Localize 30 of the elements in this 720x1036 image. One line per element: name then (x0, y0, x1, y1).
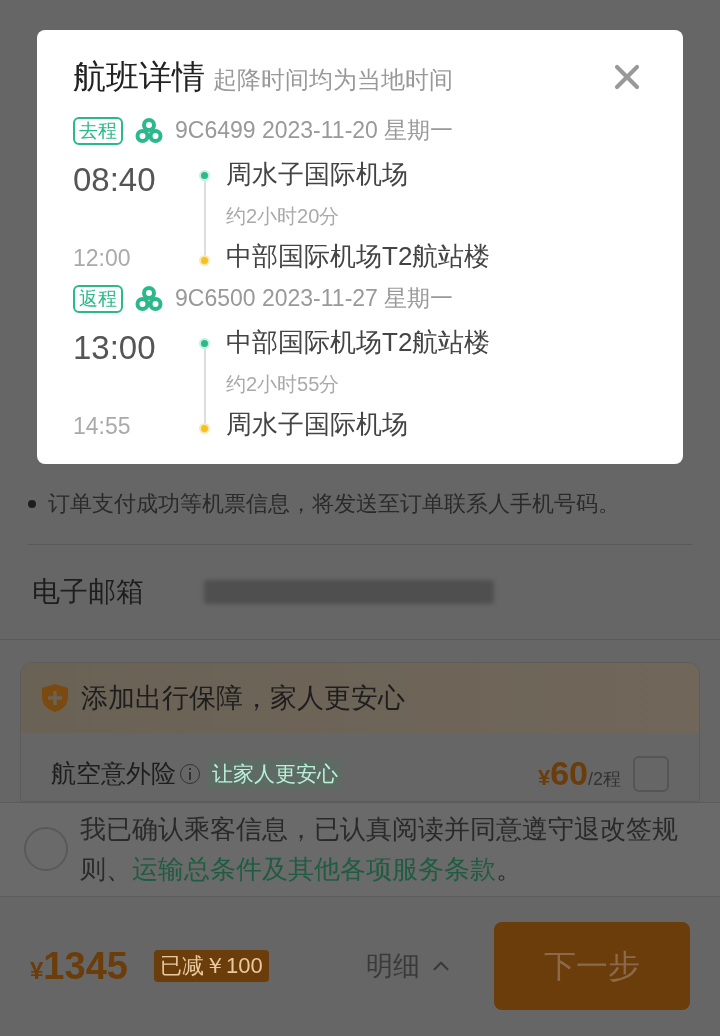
flight-info: 9C6499 2023-11-20 星期一 (175, 116, 454, 146)
next-step-button[interactable]: 下一步 (494, 922, 690, 1011)
flight-duration: 约2小时55分 (226, 371, 341, 397)
arrival-airport: 周水子国际机场 (226, 407, 409, 441)
departure-airport: 周水子国际机场 (226, 157, 409, 191)
dialog-title: 航班详情 (73, 57, 205, 97)
airline-logo-icon (135, 116, 163, 145)
flight-info: 9C6500 2023-11-27 星期一 (175, 284, 454, 314)
email-label: 电子邮箱 (32, 574, 144, 609)
trip-tag: 去程 (73, 116, 123, 145)
dialog-subtitle: 起降时间均为当地时间 (213, 65, 453, 95)
arrival-time: 14:55 (73, 411, 132, 441)
insurance-name: 航空意外险 (51, 758, 176, 790)
departure-airport: 中部国际机场T2航站楼 (226, 325, 491, 359)
total-price: ¥1345 (30, 943, 128, 989)
departure-time: 08:40 (73, 159, 157, 200)
terms-link[interactable]: 运输总条件及其他各项服务条款 (132, 854, 496, 884)
shield-icon (41, 682, 69, 713)
agreement-text: 我已确认乘客信息，已认真阅读并同意遵守退改签规则、运输总条件及其他各项服务条款。 (80, 813, 679, 886)
departure-time: 13:00 (73, 327, 157, 368)
airline-logo-icon (135, 284, 163, 313)
flight-duration: 约2小时20分 (226, 203, 341, 229)
insurance-tag: 让家人更安心 (208, 758, 342, 790)
bullet-icon (28, 499, 36, 508)
arrival-airport: 中部国际机场T2航站楼 (226, 239, 491, 273)
trip-tag: 返程 (73, 284, 123, 313)
notice-text: 订单支付成功等机票信息，将发送至订单联系人手机号码。 (48, 490, 620, 518)
arrival-time: 12:00 (73, 243, 132, 273)
insurance-title: 添加出行保障，家人更安心 (81, 681, 405, 715)
discount-badge: 已减￥100 (153, 950, 269, 983)
